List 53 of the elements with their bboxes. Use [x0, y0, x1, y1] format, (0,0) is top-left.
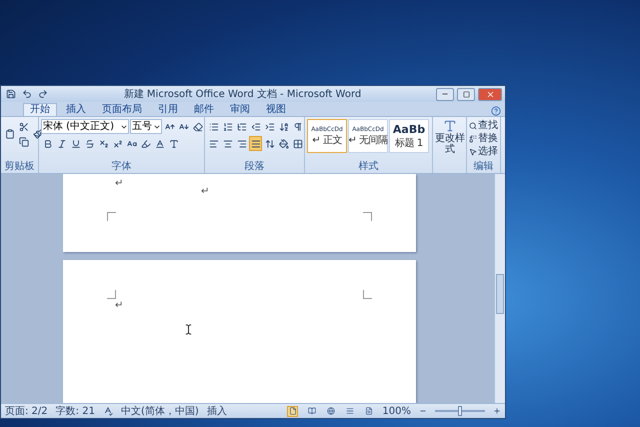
group-label: 编辑 — [474, 161, 494, 172]
editing-button[interactable]: 选择 — [469, 145, 498, 158]
ribbon-tab[interactable]: 引用 — [151, 103, 185, 116]
view-button[interactable] — [306, 406, 318, 416]
page-count: 页面: 2/2 — [5, 405, 48, 418]
group-label: 样式 — [358, 161, 378, 172]
ribbon-tab[interactable]: 插入 — [59, 103, 93, 116]
editing-button[interactable]: 查找 — [469, 119, 498, 132]
view-button[interactable] — [325, 406, 336, 416]
ribbon-tab[interactable]: 视图 — [259, 103, 293, 116]
close-button[interactable] — [478, 88, 502, 100]
view-button[interactable] — [344, 406, 356, 416]
close-icon — [486, 90, 494, 98]
group-label: 字体 — [112, 161, 132, 172]
insert-mode: 插入 — [206, 404, 227, 418]
group-label: 段落 — [244, 161, 264, 172]
ribbon-tab[interactable]: 邮件 — [187, 103, 221, 116]
zoom-slider-thumb[interactable] — [458, 406, 462, 416]
style-tile[interactable]: AaBb 标题 1 — [389, 119, 429, 153]
corner-mark — [363, 212, 372, 221]
replace-icon — [469, 134, 477, 142]
group-label: 剪贴板 — [4, 161, 34, 172]
corner-mark — [107, 212, 116, 221]
format-painter-icon[interactable] — [31, 126, 44, 142]
word-count: 字数: 21 — [56, 404, 95, 418]
font-name-field[interactable]: 宋体 (中文正文) — [41, 119, 129, 134]
help-icon — [491, 106, 501, 116]
maximize-button[interactable] — [457, 88, 475, 100]
maximize-icon — [462, 90, 470, 98]
zoom-percent: 100% — [382, 406, 411, 416]
language-label: 中文(简体，中国) — [120, 404, 199, 418]
corner-mark — [107, 290, 116, 299]
pointer-icon — [469, 148, 477, 156]
zoom-in-icon — [493, 407, 501, 415]
font-size-field[interactable]: 五号 — [130, 119, 162, 134]
vertical-scrollbar[interactable] — [494, 174, 505, 403]
corner-mark — [363, 290, 372, 299]
text-cursor-icon — [183, 324, 194, 335]
align-icon[interactable] — [249, 136, 262, 151]
window-title: 新建 Microsoft Office Word 文档 - Microsoft Word — [122, 88, 362, 101]
paragraph-mark: ↵ — [115, 300, 124, 311]
view-button[interactable] — [363, 406, 374, 416]
view-button[interactable] — [287, 406, 298, 416]
proofing-icon — [102, 406, 113, 416]
editing-button[interactable]: 替换 — [469, 132, 498, 145]
minimize-button[interactable] — [436, 88, 454, 100]
ribbon-tab[interactable]: 开始 — [23, 103, 57, 116]
change-styles-button[interactable]: 更改样式 — [435, 119, 465, 159]
ribbon-tab[interactable]: 页面布局 — [95, 103, 149, 116]
ribbon-tab[interactable]: 审阅 — [223, 103, 257, 116]
search-icon — [469, 122, 477, 130]
paragraph-mark: ↵ — [115, 178, 124, 189]
paragraph-mark: ↵ — [201, 186, 210, 197]
